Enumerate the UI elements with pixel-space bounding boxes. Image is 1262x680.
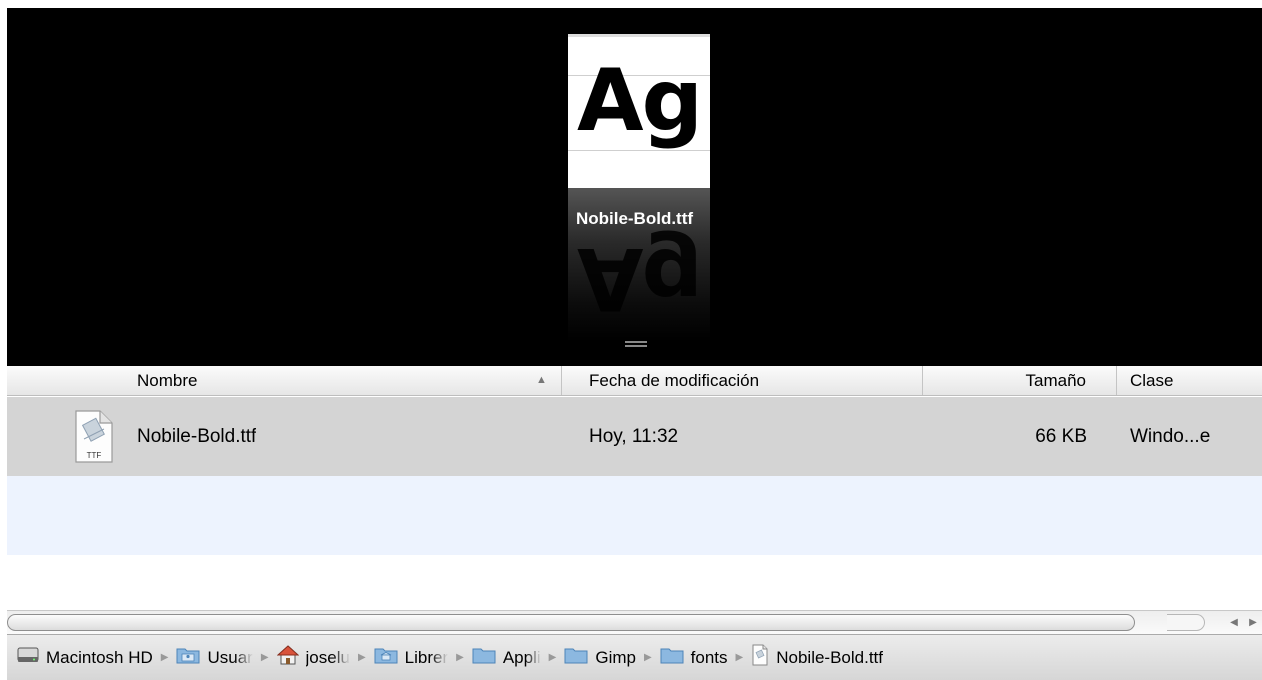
cover-flow-resize-handle[interactable] [625, 341, 647, 347]
file-row[interactable]: TTF Nobile-Bold.ttf Hoy, 11:32 66 KB Win… [7, 397, 1262, 476]
folder-icon [564, 645, 588, 670]
path-item-home[interactable]: joselu ▶ [276, 645, 366, 670]
sort-ascending-icon: ▲ [536, 374, 547, 386]
path-item-label: Usuar [207, 647, 253, 667]
empty-row [7, 476, 1262, 555]
file-date-modified: Hoy, 11:32 [589, 426, 679, 447]
ttf-font-file-icon: TTF [70, 409, 116, 464]
path-item-gimp[interactable]: Gimp ▶ [564, 645, 652, 670]
horizontal-scroll-thumb[interactable] [7, 614, 1135, 631]
file-name: Nobile-Bold.ttf [137, 426, 257, 447]
library-folder-icon [374, 645, 398, 670]
path-item-library[interactable]: Librer ▶ [374, 645, 464, 670]
column-header-size[interactable]: Tamaño [923, 366, 1117, 395]
font-preview-glyph-reflection: Ag [576, 228, 702, 328]
list-column-headers: Nombre ▲ Fecha de modificación Tamaño Cl… [7, 366, 1262, 396]
horizontal-scroll-track-end [1167, 614, 1205, 631]
path-item-fonts[interactable]: fonts ▶ [660, 645, 744, 670]
folder-icon [660, 645, 684, 670]
cover-flow-font-preview[interactable]: Ag [568, 34, 710, 188]
column-header-kind-label: Clase [1130, 371, 1174, 390]
path-item-label: fonts [690, 647, 728, 667]
path-item-label: Macintosh HD [46, 647, 153, 667]
home-icon [276, 645, 299, 670]
path-item-application-support[interactable]: Appli ▶ [472, 645, 557, 670]
path-separator-icon: ▶ [357, 652, 366, 663]
column-header-name-label: Nombre [137, 371, 198, 390]
path-item-label: Librer [404, 647, 449, 667]
path-item-label: Nobile-Bold.ttf [776, 647, 884, 667]
file-kind: Windo...e [1130, 426, 1211, 447]
hard-drive-icon [17, 645, 39, 670]
column-header-size-label: Tamaño [1025, 371, 1086, 390]
path-separator-icon: ▶ [160, 652, 169, 663]
column-header-date-modified[interactable]: Fecha de modificación [562, 366, 923, 395]
file-size: 66 KB [1035, 426, 1087, 447]
empty-row [7, 555, 1262, 610]
path-item-macintosh-hd[interactable]: Macintosh HD ▶ [17, 645, 168, 670]
horizontal-scrollbar[interactable]: ◀ ▶ [7, 610, 1262, 634]
path-separator-icon: ▶ [456, 652, 464, 663]
path-separator-icon: ▶ [735, 652, 744, 663]
cover-flow-caption: Nobile-Bold.ttf [575, 209, 694, 228]
path-separator-icon: ▶ [260, 652, 269, 663]
cover-flow-view[interactable]: Ag Ag Nobile-Bold.ttf [7, 8, 1262, 366]
column-header-name[interactable]: Nombre ▲ [7, 366, 562, 395]
font-preview-glyph: Ag [576, 51, 703, 151]
column-header-date-label: Fecha de modificación [589, 371, 760, 390]
path-item-nobile-bold[interactable]: Nobile-Bold.ttf [751, 644, 883, 671]
scroll-right-arrow-icon[interactable]: ▶ [1244, 615, 1262, 631]
folder-icon [472, 645, 496, 670]
file-icon-label: TTF [87, 451, 102, 460]
path-item-label: Gimp [595, 647, 636, 667]
document-icon [751, 644, 769, 671]
path-item-label: joselu [305, 647, 350, 667]
scroll-left-arrow-icon[interactable]: ◀ [1225, 615, 1243, 631]
path-separator-icon: ▶ [643, 652, 652, 663]
path-item-label: Appli [502, 647, 541, 667]
path-separator-icon: ▶ [548, 652, 557, 663]
column-header-kind[interactable]: Clase [1117, 366, 1262, 395]
path-bar: Macintosh HD ▶ Usuar ▶ joselu ▶ Librer ▶… [7, 634, 1262, 680]
users-folder-icon [176, 645, 200, 670]
path-item-users[interactable]: Usuar ▶ [176, 645, 269, 670]
